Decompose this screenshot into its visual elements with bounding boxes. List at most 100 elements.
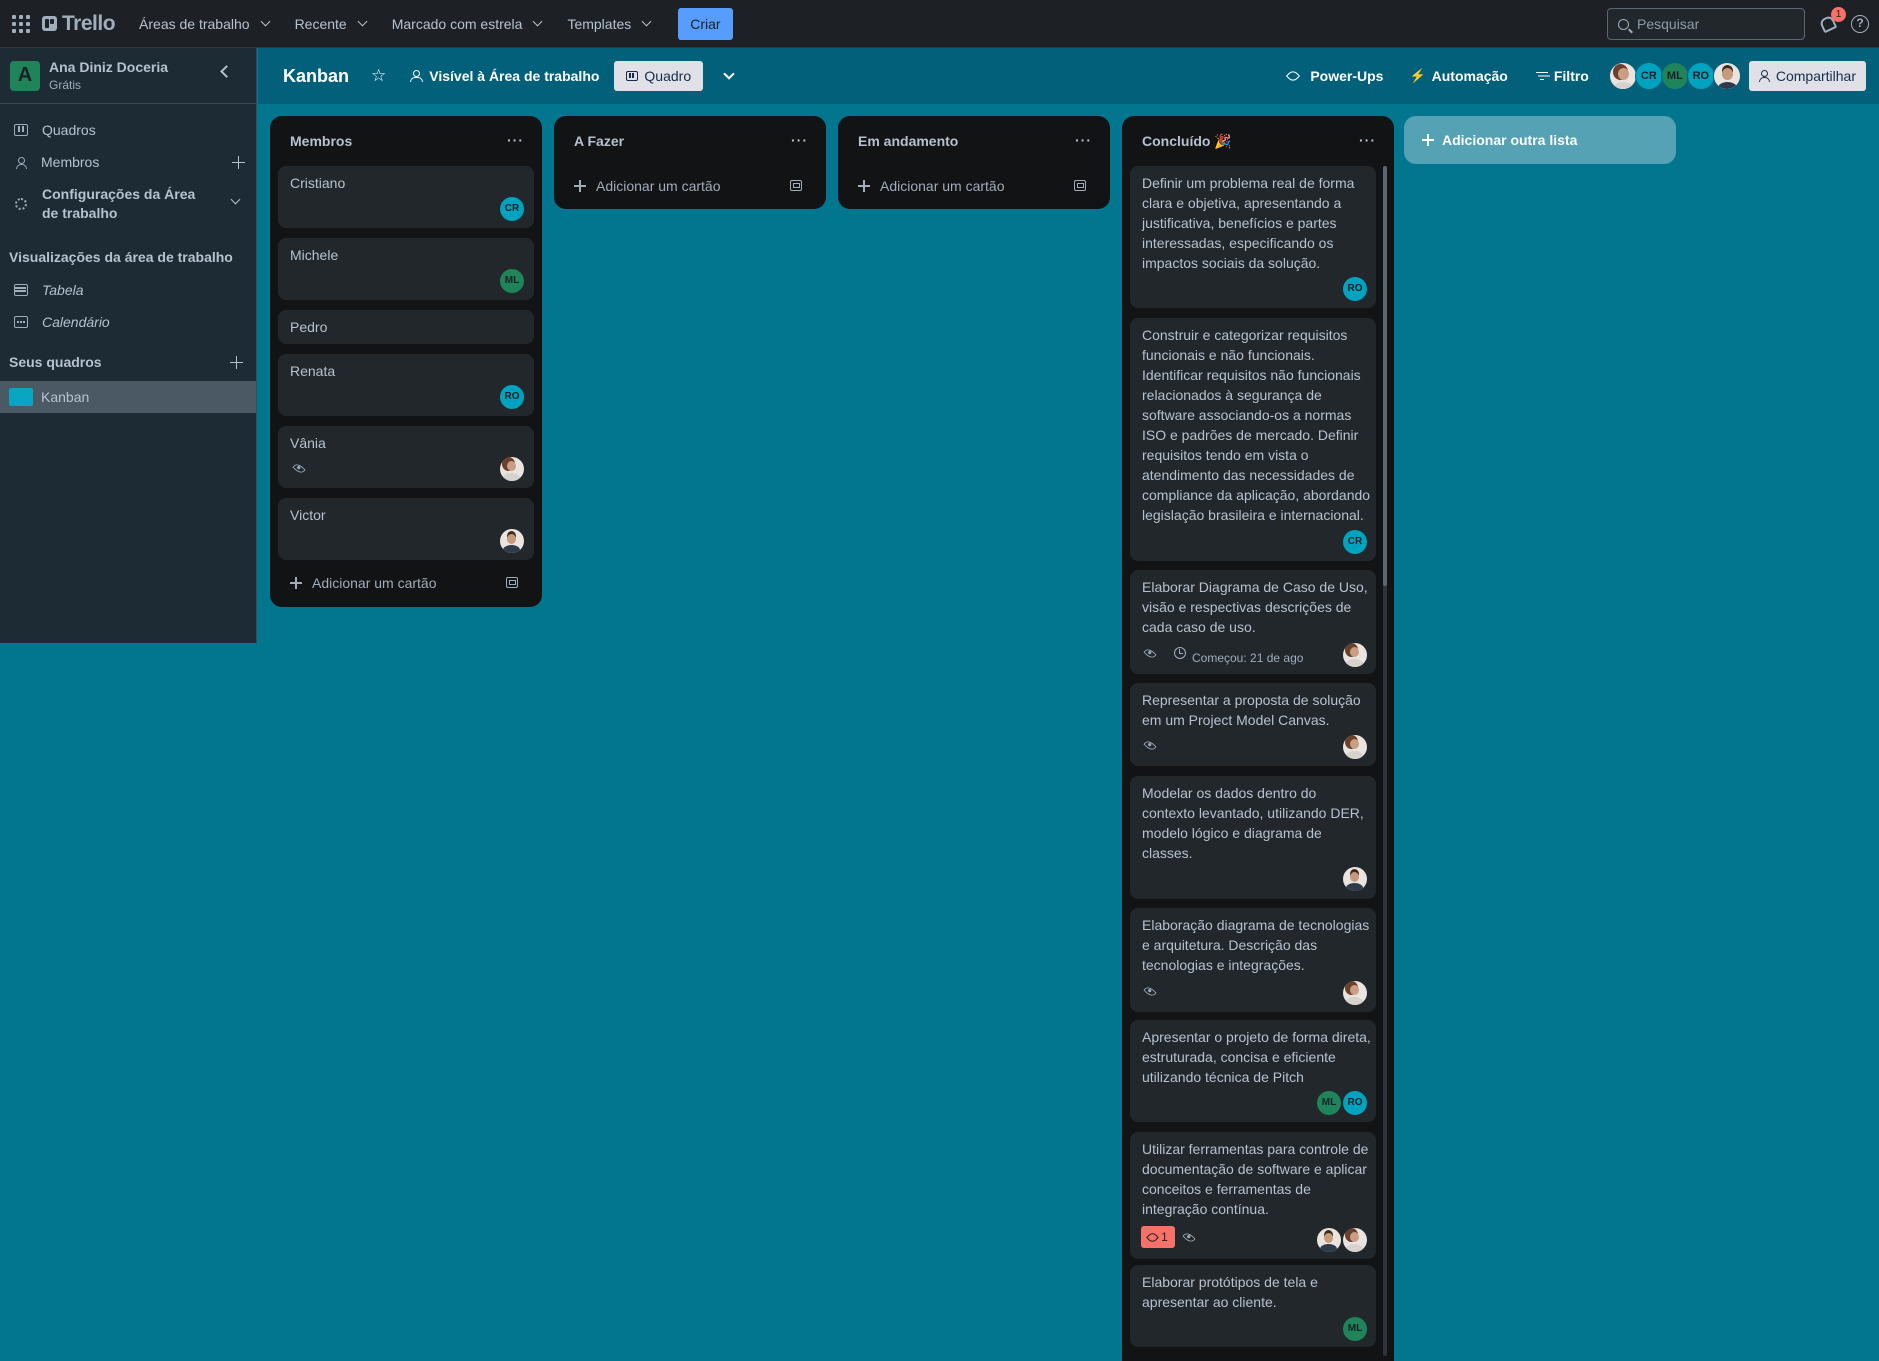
eye-icon: [1143, 738, 1157, 753]
menu-recent[interactable]: Recente: [285, 10, 380, 38]
card[interactable]: Cristiano CR: [278, 166, 534, 228]
add-member-icon[interactable]: [232, 156, 245, 169]
card-title: Renata: [290, 363, 336, 379]
add-card-label: Adicionar um cartão: [596, 178, 721, 194]
card[interactable]: Utilizar ferramentas para controle de do…: [1130, 1132, 1376, 1259]
collapse-sidebar-icon[interactable]: [220, 65, 233, 78]
add-card-button[interactable]: Adicionar um cartão: [846, 170, 1102, 202]
member-avatar[interactable]: [1343, 1228, 1367, 1252]
card[interactable]: Elaboração diagrama de tecnologias e arq…: [1130, 908, 1376, 1012]
member-avatar[interactable]: [1343, 735, 1367, 759]
member-avatar[interactable]: [500, 457, 524, 481]
member-avatar[interactable]: RO: [1343, 1091, 1367, 1115]
add-card-button[interactable]: Adicionar um cartão: [562, 170, 818, 202]
card-start-date[interactable]: Começou: 21 de ago: [1192, 648, 1303, 668]
list-title[interactable]: Concluído 🎉: [1142, 133, 1232, 150]
add-list-button[interactable]: Adicionar outra lista: [1404, 116, 1676, 164]
card[interactable]: Elaborar protótipos de tela e apresentar…: [1130, 1265, 1376, 1347]
member-avatar[interactable]: ML: [1660, 62, 1689, 90]
list-title[interactable]: Em andamento: [858, 133, 958, 149]
member-avatar[interactable]: [1343, 981, 1367, 1005]
member-avatar[interactable]: CR: [500, 197, 524, 221]
member-avatar[interactable]: [500, 529, 524, 553]
card[interactable]: Modelar os dados dentro do contexto leva…: [1130, 776, 1376, 899]
powerups-button[interactable]: Power-Ups: [1286, 68, 1383, 84]
list-title[interactable]: A Fazer: [574, 133, 624, 149]
member-avatar[interactable]: RO: [1686, 62, 1715, 90]
card-title: Victor: [290, 507, 326, 523]
create-button[interactable]: Criar: [678, 7, 733, 40]
automation-label: Automação: [1431, 68, 1508, 84]
member-avatar[interactable]: [1317, 1228, 1341, 1252]
board-view-button[interactable]: Quadro: [614, 61, 704, 91]
card-template-icon[interactable]: [506, 577, 518, 588]
plus-icon: [290, 577, 302, 589]
visibility-button[interactable]: Visível à Área de trabalho: [410, 68, 599, 84]
workspace-avatar: A: [10, 60, 40, 91]
rocket-icon: [1286, 68, 1301, 84]
card[interactable]: Apresentar o projeto de forma direta, es…: [1130, 1020, 1376, 1122]
card[interactable]: Construir e categorizar requisitos funci…: [1130, 318, 1376, 561]
sidebar-item-table[interactable]: Tabela: [0, 274, 256, 306]
filter-icon: [1535, 71, 1548, 81]
member-avatar[interactable]: ML: [1317, 1091, 1341, 1115]
member-avatar[interactable]: [1343, 643, 1367, 667]
card[interactable]: Renata RO: [278, 354, 534, 416]
member-avatar[interactable]: [1608, 62, 1637, 90]
list-menu-icon[interactable]: ···: [791, 132, 808, 148]
card-template-icon[interactable]: [790, 180, 802, 191]
board-header: Kanban ☆ Visível à Área de trabalho Quad…: [258, 48, 1879, 104]
card[interactable]: Victor: [278, 498, 534, 560]
board-title[interactable]: Kanban: [283, 66, 349, 87]
member-avatar[interactable]: ML: [500, 269, 524, 293]
menu-starred[interactable]: Marcado com estrela: [382, 10, 556, 38]
menu-workspaces[interactable]: Áreas de trabalho: [129, 10, 283, 38]
sidebar-item-boards[interactable]: Quadros: [0, 114, 256, 146]
workspace-name[interactable]: Ana Diniz Doceria: [49, 59, 168, 75]
help-icon[interactable]: ?: [1851, 15, 1869, 33]
sidebar-item-members[interactable]: Membros: [0, 146, 256, 178]
card[interactable]: Michele ML: [278, 238, 534, 300]
menu-templates[interactable]: Templates: [557, 10, 664, 38]
card[interactable]: Elaborar Diagrama de Caso de Uso, visão …: [1130, 570, 1376, 674]
card-title: Definir um problema real de forma clara …: [1142, 175, 1355, 271]
sidebar-item-calendar[interactable]: Calendário: [0, 306, 256, 338]
member-avatar[interactable]: CR: [1634, 62, 1663, 90]
sidebar-board-kanban[interactable]: Kanban: [0, 381, 256, 413]
list-membros: Membros ··· Cristiano CR Michele ML Pedr…: [270, 116, 542, 607]
share-button[interactable]: Compartilhar: [1748, 61, 1866, 91]
chevron-down-icon[interactable]: [723, 67, 735, 80]
card[interactable]: Representar a proposta de solução em um …: [1130, 683, 1376, 766]
filter-button[interactable]: Filtro: [1535, 68, 1589, 84]
notifications-button[interactable]: 1: [1817, 7, 1846, 35]
card[interactable]: Vânia: [278, 426, 534, 488]
list-menu-icon[interactable]: ···: [1075, 132, 1092, 148]
member-avatar[interactable]: CR: [1343, 530, 1367, 554]
add-board-icon[interactable]: [230, 356, 243, 369]
member-avatar[interactable]: ML: [1343, 1317, 1367, 1341]
chevron-down-icon: [260, 16, 271, 27]
sidebar-item-settings[interactable]: Configurações da Área de trabalho: [0, 182, 256, 226]
star-icon[interactable]: ☆: [371, 66, 386, 86]
plus-icon: [1422, 134, 1434, 146]
list-menu-icon[interactable]: ···: [507, 132, 524, 148]
member-avatar[interactable]: RO: [1343, 277, 1367, 301]
app-switcher-icon[interactable]: [10, 13, 32, 35]
search-input[interactable]: Pesquisar: [1607, 8, 1805, 40]
card-template-icon[interactable]: [1074, 180, 1086, 191]
trello-logo[interactable]: Trello: [42, 12, 116, 36]
member-avatar[interactable]: [1343, 867, 1367, 891]
member-avatar[interactable]: [1712, 62, 1741, 90]
card[interactable]: Pedro: [278, 310, 534, 344]
list-title[interactable]: Membros: [290, 133, 352, 149]
sidebar-item-label: Configurações da Área de trabalho: [42, 186, 196, 221]
chevron-down-icon: [532, 16, 543, 27]
chevron-down-icon[interactable]: [230, 194, 241, 205]
automation-button[interactable]: ⚡ Automação: [1409, 68, 1507, 84]
list-scrollbar[interactable]: [1383, 166, 1387, 1356]
list-scrollbar-thumb[interactable]: [1383, 166, 1387, 586]
card[interactable]: Definir um problema real de forma clara …: [1130, 166, 1376, 308]
add-card-button[interactable]: Adicionar um cartão: [278, 567, 534, 599]
list-menu-icon[interactable]: ···: [1359, 132, 1376, 148]
member-avatar[interactable]: RO: [500, 385, 524, 409]
